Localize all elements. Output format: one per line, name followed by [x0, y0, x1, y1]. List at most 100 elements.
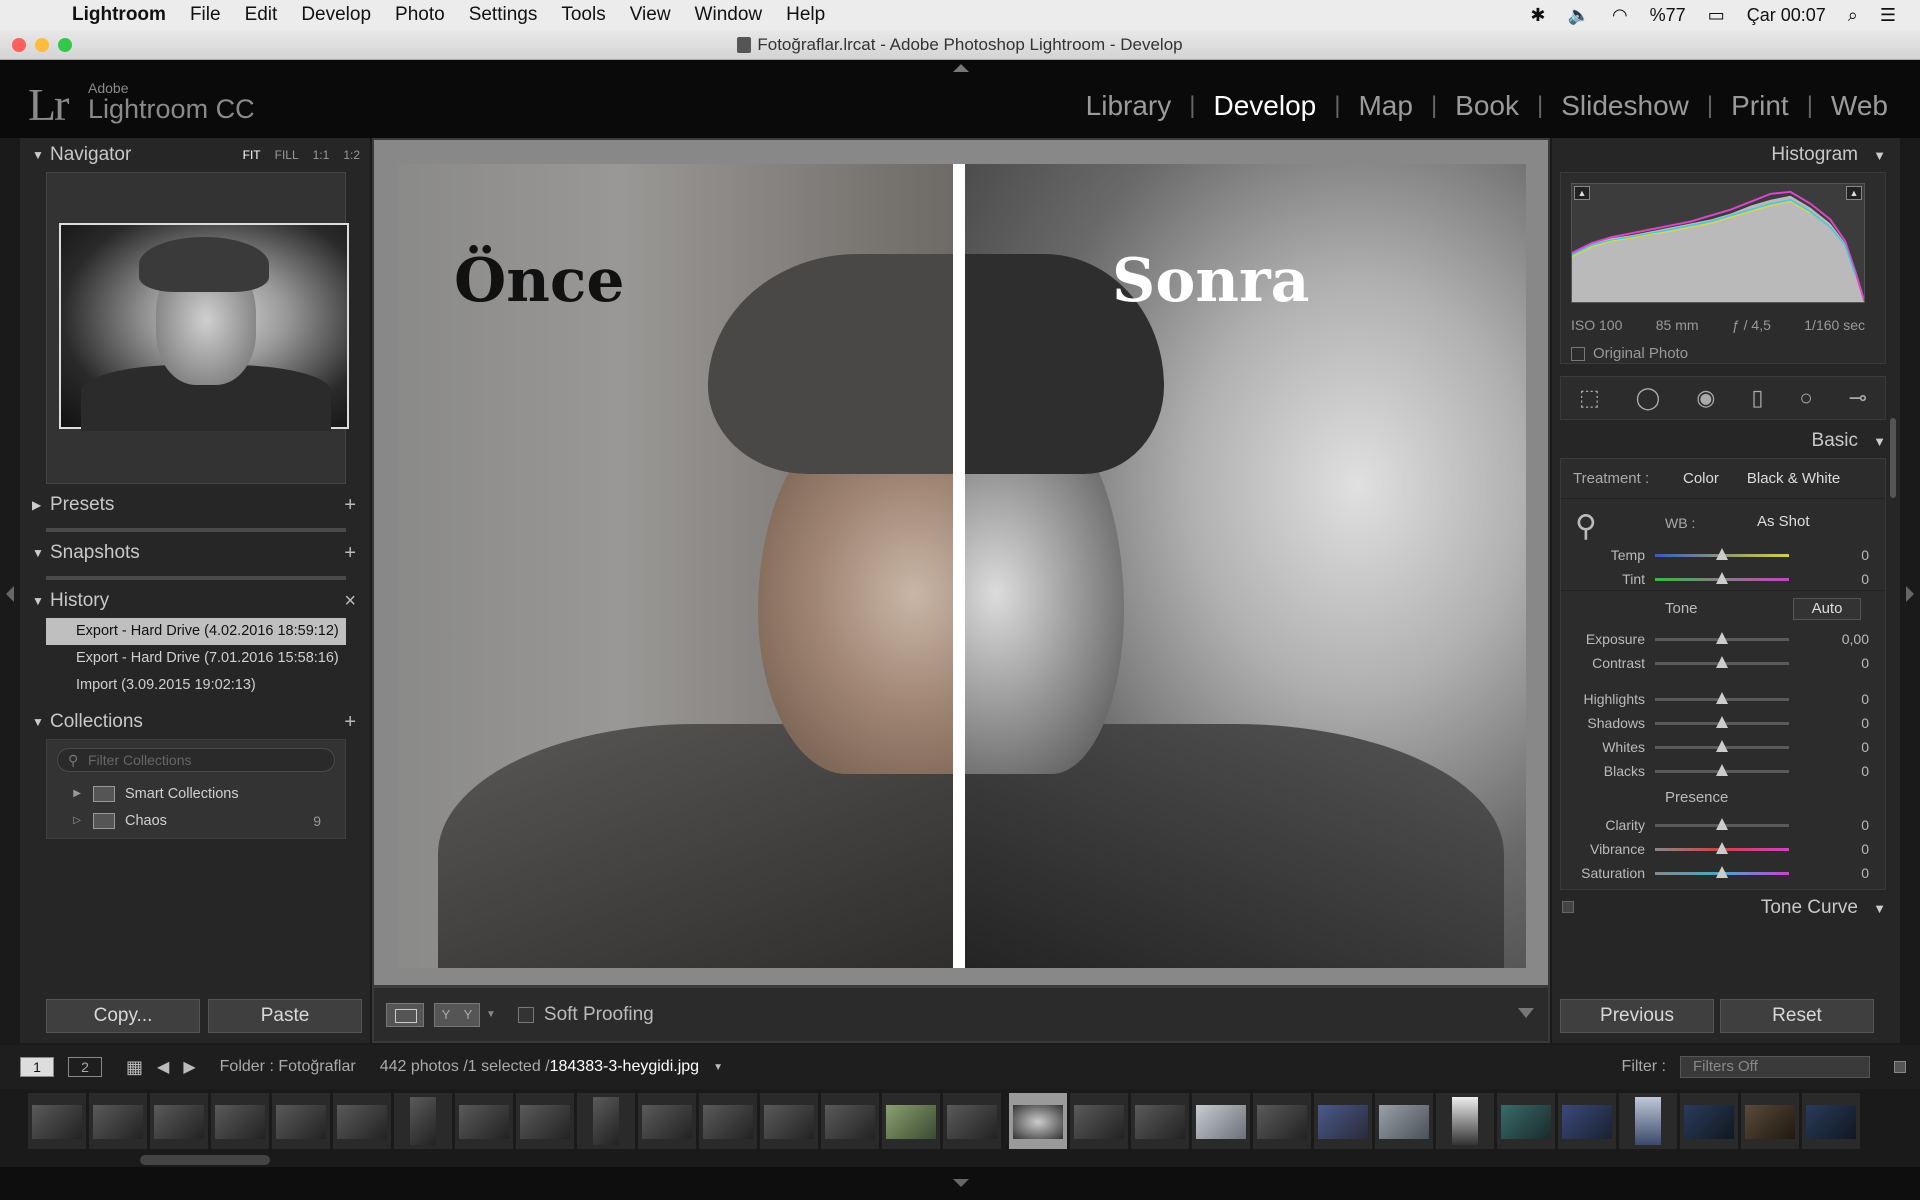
slider-knob[interactable] [1716, 571, 1728, 584]
slider-track[interactable] [1655, 715, 1789, 728]
toggle-filmstrip-icon[interactable] [953, 1179, 969, 1187]
slider-knob[interactable] [1716, 655, 1728, 668]
slider-knob[interactable] [1716, 841, 1728, 854]
history-item[interactable]: Import (3.09.2015 19:02:13) [46, 672, 346, 699]
histogram-graph[interactable]: ▲ ▲ [1571, 183, 1865, 303]
filmstrip-thumb[interactable] [516, 1093, 574, 1149]
presets-header[interactable]: ▶ Presets + [20, 488, 370, 522]
menu-app[interactable]: Lightroom [60, 4, 178, 26]
slider-value[interactable]: 0,00 [1842, 631, 1869, 647]
slider-track[interactable] [1655, 655, 1789, 668]
slider-value[interactable]: 0 [1861, 547, 1869, 563]
tone-curve-toggle[interactable] [1562, 901, 1574, 913]
zoom-1-1[interactable]: 1:1 [313, 148, 330, 162]
wifi-icon[interactable]: ◠ [1612, 5, 1628, 26]
slider-track[interactable] [1655, 817, 1789, 830]
previous-button[interactable]: Previous [1560, 999, 1714, 1033]
filmstrip-thumb[interactable] [699, 1093, 757, 1149]
zoom-fill[interactable]: FILL [275, 148, 299, 162]
menu-window[interactable]: Window [683, 4, 775, 26]
slider-track[interactable] [1655, 691, 1789, 704]
volume-icon[interactable]: 🔈 [1568, 5, 1590, 26]
slider-knob[interactable] [1716, 739, 1728, 752]
toggle-top-panel-icon[interactable] [953, 64, 969, 72]
minimize-window-button[interactable] [35, 38, 49, 52]
slider-knob[interactable] [1716, 631, 1728, 644]
menu-file[interactable]: File [178, 4, 233, 26]
slider-exposure[interactable]: Exposure 0,00 [1561, 627, 1885, 651]
folder-source[interactable]: Folder : Fotoğraflar [220, 1058, 356, 1076]
filmstrip-thumb[interactable] [211, 1093, 269, 1149]
menu-settings[interactable]: Settings [457, 4, 550, 26]
shadow-clipping-icon[interactable]: ▲ [1574, 186, 1590, 200]
module-library[interactable]: Library [1068, 90, 1190, 122]
back-arrow-icon[interactable]: ◀ [157, 1057, 169, 1077]
menu-view[interactable]: View [618, 4, 683, 26]
collections-header[interactable]: ▼ Collections + [20, 705, 370, 739]
radial-filter-tool-icon[interactable]: ○ [1799, 385, 1812, 411]
module-book[interactable]: Book [1437, 90, 1537, 122]
filmstrip-thumb[interactable] [89, 1093, 147, 1149]
add-collection-icon[interactable]: + [344, 711, 356, 734]
slider-track[interactable] [1655, 571, 1789, 584]
slider-value[interactable]: 0 [1861, 763, 1869, 779]
module-web[interactable]: Web [1813, 90, 1906, 122]
collections-filter-input[interactable]: ⚲ Filter Collections [57, 748, 335, 772]
filmstrip-thumb[interactable] [1436, 1093, 1494, 1149]
selected-filename[interactable]: 184383-3-heygidi.jpg [550, 1058, 699, 1076]
navigator-thumbnail[interactable] [59, 223, 349, 431]
graduated-filter-tool-icon[interactable]: ▯ [1751, 385, 1763, 411]
slider-track[interactable] [1655, 865, 1789, 878]
tone-curve-header[interactable]: Tone Curve ▼ [1552, 890, 1900, 926]
slider-knob[interactable] [1716, 865, 1728, 878]
expand-triangle-icon[interactable]: ▶ [47, 788, 93, 799]
highlight-clipping-icon[interactable]: ▲ [1846, 186, 1862, 200]
slider-whites[interactable]: Whites 0 [1561, 735, 1885, 759]
slider-knob[interactable] [1716, 691, 1728, 704]
slider-track[interactable] [1655, 631, 1789, 644]
filter-lock-icon[interactable] [1894, 1061, 1906, 1073]
original-photo-toggle[interactable]: Original Photo [1571, 345, 1688, 362]
filmstrip-thumb-selected[interactable] [1009, 1093, 1067, 1149]
filmstrip-thumb[interactable] [1314, 1093, 1372, 1149]
clear-history-icon[interactable]: × [344, 590, 356, 613]
grid-view-icon[interactable]: ▦ [126, 1057, 143, 1078]
slider-blacks[interactable]: Blacks 0 [1561, 759, 1885, 783]
filmstrip-thumb[interactable] [1497, 1093, 1555, 1149]
filmstrip-scrollbar[interactable] [140, 1155, 270, 1165]
filmstrip-thumb[interactable] [821, 1093, 879, 1149]
slider-shadows[interactable]: Shadows 0 [1561, 711, 1885, 735]
spotlight-icon[interactable]: ⌕ [1848, 5, 1858, 26]
slider-saturation[interactable]: Saturation 0 [1561, 861, 1885, 885]
filmstrip-thumb[interactable] [394, 1093, 452, 1149]
filter-select[interactable]: Filters Off [1680, 1056, 1870, 1078]
add-snapshot-icon[interactable]: + [344, 542, 356, 565]
main-window-button[interactable]: 1 [20, 1057, 54, 1077]
slider-value[interactable]: 0 [1861, 739, 1869, 755]
filmstrip-thumb[interactable] [1253, 1093, 1311, 1149]
filmstrip-thumb[interactable] [1070, 1093, 1128, 1149]
slider-knob[interactable] [1716, 763, 1728, 776]
collection-row-smart[interactable]: ▶ Smart Collections [47, 780, 345, 807]
filmstrip-thumb[interactable] [1680, 1093, 1738, 1149]
battery-icon[interactable]: ▭ [1708, 5, 1725, 26]
before-after-view-button[interactable]: YY [434, 1002, 480, 1027]
wb-select[interactable]: As Shot [1757, 513, 1810, 530]
view-dropdown-icon[interactable]: ▼ [486, 1009, 496, 1020]
filmstrip-thumb[interactable] [577, 1093, 635, 1149]
filmstrip-thumb[interactable] [333, 1093, 391, 1149]
expand-triangle-icon[interactable]: ▷ [47, 815, 93, 826]
filmstrip-thumb[interactable] [150, 1093, 208, 1149]
navigator-header[interactable]: ▼ Navigator FIT FILL 1:1 1:2 [20, 138, 370, 172]
filmstrip-thumb[interactable] [455, 1093, 513, 1149]
slider-clarity[interactable]: Clarity 0 [1561, 813, 1885, 837]
treatment-color-option[interactable]: Color [1683, 470, 1719, 487]
toggle-left-panel-icon[interactable] [6, 586, 14, 602]
secondary-window-button[interactable]: 2 [68, 1057, 102, 1077]
slider-value[interactable]: 0 [1861, 817, 1869, 833]
module-print[interactable]: Print [1713, 90, 1807, 122]
filmstrip-thumb[interactable] [1375, 1093, 1433, 1149]
slider-tint[interactable]: Tint 0 [1561, 567, 1885, 591]
histogram-header[interactable]: Histogram ▼ [1552, 138, 1900, 172]
slider-vibrance[interactable]: Vibrance 0 [1561, 837, 1885, 861]
